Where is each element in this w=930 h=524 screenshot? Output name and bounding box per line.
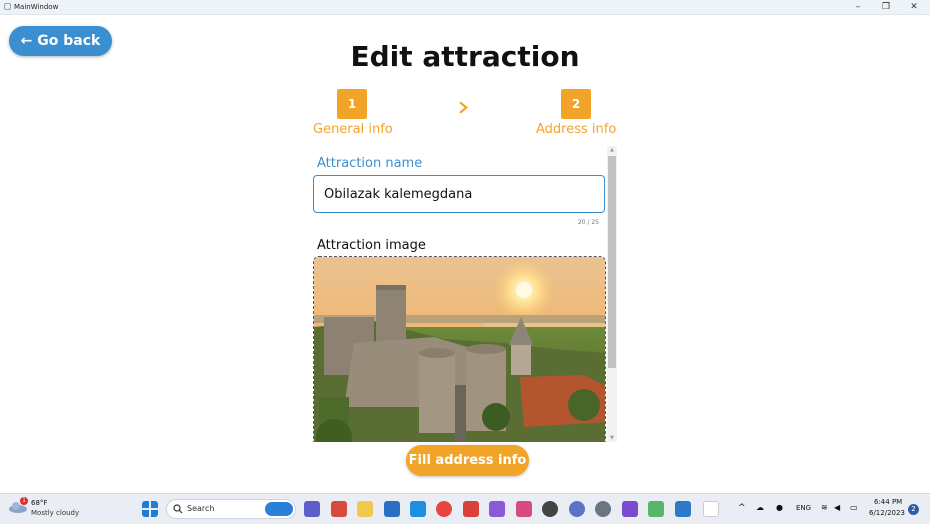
wifi-icon[interactable]: ≋ — [821, 503, 828, 512]
weather-condition: Mostly cloudy — [31, 509, 80, 517]
attraction-name-input[interactable] — [313, 175, 605, 213]
volume-icon[interactable]: ◀ — [834, 503, 840, 512]
step-1-label: General info — [313, 122, 393, 137]
settings-icon[interactable] — [595, 501, 611, 517]
taskbar: 1 68°F Mostly cloudy Search ^ ☁ ● ENG ≋ … — [0, 493, 930, 524]
bing-icon — [265, 502, 293, 516]
app-pinned-icon[interactable] — [331, 501, 347, 517]
character-counter: 20 / 25 — [577, 219, 599, 226]
fortress-photo — [314, 257, 605, 442]
form-scroll-area[interactable]: Attraction name 20 / 25 Attraction image — [313, 146, 617, 442]
language-indicator[interactable]: ENG — [796, 504, 811, 512]
attraction-image-dropzone[interactable] — [313, 256, 606, 442]
app-diamond-icon[interactable] — [648, 501, 664, 517]
battery-icon[interactable]: ▭ — [850, 503, 858, 512]
notepad-icon[interactable] — [675, 501, 691, 517]
visual-studio-code-icon[interactable] — [489, 501, 505, 517]
running-app-icon[interactable] — [703, 501, 719, 517]
form-scrollbar[interactable]: ▲ ▼ — [607, 146, 617, 442]
step-2-label: Address info — [536, 122, 617, 137]
window-title: MainWindow — [14, 3, 59, 11]
app-l-icon[interactable] — [410, 501, 426, 517]
wps-icon[interactable] — [463, 501, 479, 517]
windows-start-icon[interactable] — [142, 501, 158, 517]
clock-date[interactable]: 6/12/2023 — [869, 509, 905, 517]
scroll-up-icon[interactable]: ▲ — [607, 146, 617, 154]
weather-badge: 1 — [20, 497, 28, 505]
chrome-icon[interactable] — [436, 501, 452, 517]
scroll-down-icon[interactable]: ▼ — [607, 434, 617, 442]
visual-studio-icon[interactable] — [622, 501, 638, 517]
scrollbar-thumb[interactable] — [608, 156, 616, 368]
app-circle-icon[interactable] — [569, 501, 585, 517]
teams-icon[interactable] — [304, 501, 320, 517]
search-placeholder: Search — [187, 504, 215, 513]
clock-time[interactable]: 6:44 PM — [874, 498, 902, 506]
microphone-icon[interactable]: ● — [776, 503, 783, 512]
page-title: Edit attraction — [350, 40, 580, 73]
search-icon — [173, 504, 183, 514]
restore-icon[interactable]: ❐ — [874, 1, 898, 13]
onedrive-icon[interactable]: ☁ — [756, 503, 764, 512]
attraction-image-label: Attraction image — [317, 238, 426, 253]
step-1-badge[interactable]: 1 — [337, 89, 367, 119]
weather-widget[interactable]: 1 68°F Mostly cloudy — [8, 497, 79, 518]
notification-badge[interactable]: 2 — [908, 504, 919, 515]
chevron-right-icon — [459, 101, 469, 114]
stack-app-icon[interactable] — [516, 501, 532, 517]
attraction-name-label: Attraction name — [317, 156, 423, 171]
github-icon[interactable] — [542, 501, 558, 517]
file-explorer-icon[interactable] — [357, 501, 373, 517]
step-2-badge[interactable]: 2 — [561, 89, 591, 119]
minimize-icon[interactable]: – — [846, 1, 870, 13]
mail-icon[interactable] — [384, 501, 400, 517]
taskbar-search[interactable]: Search — [166, 499, 296, 519]
fill-address-info-button[interactable]: Fill address info — [406, 445, 529, 476]
app-icon — [4, 3, 11, 10]
chevron-up-icon[interactable]: ^ — [738, 503, 746, 513]
close-icon[interactable]: ✕ — [902, 1, 926, 13]
window-titlebar: MainWindow – ❐ ✕ — [0, 0, 930, 15]
weather-temp: 68°F — [31, 499, 48, 507]
